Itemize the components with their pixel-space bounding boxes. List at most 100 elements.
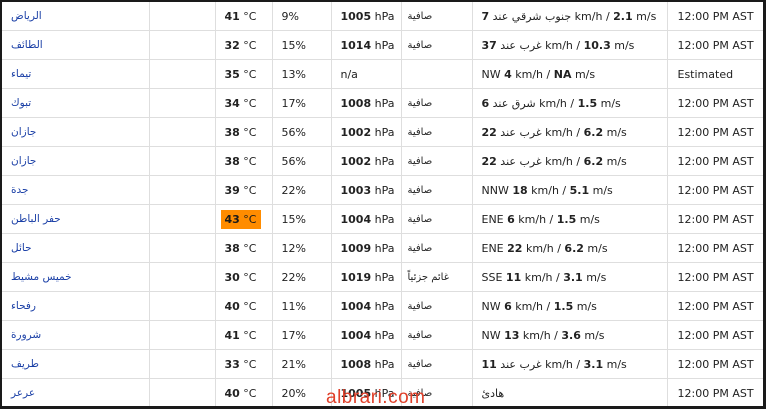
pressure-unit: hPa xyxy=(371,154,395,168)
pressure-value: 1008 xyxy=(340,96,372,110)
city-link[interactable]: عرعر xyxy=(2,378,150,406)
table-row: جازان 38 °C 56% 1002 hPa صافية غرب عند 22 km/… xyxy=(2,117,763,147)
wind-ms: 10.3 xyxy=(583,38,611,52)
blank-cell xyxy=(149,175,216,205)
time-cell: Estimated xyxy=(667,59,763,89)
city-link[interactable]: طريف xyxy=(2,349,150,379)
wind-ms-unit: m/s xyxy=(632,9,657,23)
pressure-unit: hPa xyxy=(371,9,395,23)
temp-unit: °C xyxy=(239,125,257,139)
temp-value: 35 xyxy=(224,67,240,81)
pressure-value: 1002 xyxy=(340,154,372,168)
city-link[interactable]: خميس مشيط xyxy=(2,262,150,292)
pressure-cell: 1004 hPa xyxy=(331,204,402,234)
pressure-value: 1002 xyxy=(340,125,372,139)
wind-kmh-unit: km/h / xyxy=(535,96,578,110)
wind-kmh-unit: km/h / xyxy=(519,328,562,342)
humidity-cell: 11% xyxy=(272,291,332,321)
table-row: تبوك 34 °C 17% 1008 hPa صافية شرق عند 6 km/h … xyxy=(2,88,763,118)
wind-ms-unit: m/s xyxy=(597,96,621,110)
watermark: albrari.com xyxy=(326,387,426,408)
wind-cell: غرب عند 11 km/h / 3.1 m/s xyxy=(472,349,668,379)
temp-unit: °C xyxy=(239,328,257,342)
wind-ms-unit: m/s xyxy=(580,328,605,342)
wind-kmh: 11 xyxy=(505,270,522,284)
time-cell: 12:00 PM AST xyxy=(667,88,763,118)
temp-unit: °C xyxy=(239,38,257,52)
condition-cell: صافية xyxy=(401,291,473,321)
temp-unit: °C xyxy=(239,154,257,168)
wind-kmh-unit: km/h / xyxy=(541,125,584,139)
city-link[interactable]: الرياض xyxy=(2,2,150,31)
city-link[interactable]: جازان xyxy=(2,117,150,147)
wind-cell: SSE 11 km/h / 3.1 m/s xyxy=(472,262,668,292)
wind-ms: 3.1 xyxy=(583,357,604,371)
wind-ms: 1.5 xyxy=(553,299,574,313)
blank-cell xyxy=(149,204,216,234)
wind-cell: ENE 6 km/h / 1.5 m/s xyxy=(472,204,668,234)
city-link[interactable]: الطائف xyxy=(2,30,150,60)
temperature-cell: 38 °C xyxy=(215,146,273,176)
pressure-unit: hPa xyxy=(371,299,395,313)
wind-ms: 3.1 xyxy=(563,270,583,284)
pressure-unit: hPa xyxy=(371,96,395,110)
wind-kmh-unit: km/h / xyxy=(511,299,554,313)
wind-direction: غرب عند xyxy=(496,125,542,139)
pressure-value: 1004 xyxy=(340,212,372,226)
city-link[interactable]: جدة xyxy=(2,175,150,205)
temp-unit: °C xyxy=(239,386,257,400)
blank-cell xyxy=(149,88,216,118)
pressure-unit: hPa xyxy=(371,241,395,255)
temp-unit: °C xyxy=(239,9,257,23)
city-link[interactable]: تبوك xyxy=(2,88,150,118)
wind-direction: NW xyxy=(481,328,505,342)
weather-table: الرياض 41 °C 9% 1005 hPa صافية جنوب شرقي عند … xyxy=(2,2,763,406)
blank-cell xyxy=(149,233,216,263)
temperature-cell: 40 °C xyxy=(215,378,273,406)
wind-kmh-unit: km/h / xyxy=(522,241,565,255)
condition-cell: صافية xyxy=(401,320,473,350)
blank-cell xyxy=(149,262,216,292)
condition-cell: صافية xyxy=(401,146,473,176)
wind-kmh: 6 xyxy=(507,212,515,226)
wind-ms: 6.2 xyxy=(583,125,604,139)
time-cell: 12:00 PM AST xyxy=(667,175,763,205)
temp-unit: °C xyxy=(239,299,257,313)
city-link[interactable]: جازان xyxy=(2,146,150,176)
humidity-cell: 17% xyxy=(272,88,332,118)
table-row: الرياض 41 °C 9% 1005 hPa صافية جنوب شرقي عند … xyxy=(2,2,763,31)
wind-kmh: 6 xyxy=(504,299,512,313)
city-link[interactable]: رفحاء xyxy=(2,291,150,321)
temp-unit: °C xyxy=(239,183,257,197)
pressure-cell: 1004 hPa xyxy=(331,320,402,350)
time-cell: 12:00 PM AST xyxy=(667,146,763,176)
wind-direction: SSE xyxy=(481,270,506,284)
wind-cell: ENE 22 km/h / 6.2 m/s xyxy=(472,233,668,263)
humidity-cell: 15% xyxy=(272,30,332,60)
pressure-cell: 1004 hPa xyxy=(331,291,402,321)
humidity-cell: 56% xyxy=(272,117,332,147)
wind-ms: 2.1 xyxy=(613,9,633,23)
city-link[interactable]: حفر الباطن xyxy=(2,204,150,234)
city-link[interactable]: حائل xyxy=(2,233,150,263)
temp-value: 38 xyxy=(224,241,240,255)
wind-cell: NW 13 km/h / 3.6 m/s xyxy=(472,320,668,350)
temperature-cell: 33 °C xyxy=(215,349,273,379)
wind-ms: 3.6 xyxy=(561,328,581,342)
temp-value: 30 xyxy=(224,270,240,284)
city-link[interactable]: تيماء xyxy=(2,59,150,89)
pressure-cell: 1003 hPa xyxy=(331,175,402,205)
pressure-unit: hPa xyxy=(371,38,395,52)
wind-kmh: 4 xyxy=(504,67,512,81)
table-row: حائل 38 °C 12% 1009 hPa صافية ENE 22 km/h / 6… xyxy=(2,233,763,263)
blank-cell xyxy=(149,378,216,406)
temp-value: 34 xyxy=(224,96,240,110)
temp-unit: °C xyxy=(239,96,257,110)
city-link[interactable]: شرورة xyxy=(2,320,150,350)
wind-cell: NW 4 km/h / NA m/s xyxy=(472,59,668,89)
wind-cell: NNW 18 km/h / 5.1 m/s xyxy=(472,175,668,205)
wind-kmh: 22 xyxy=(481,154,497,168)
temperature-cell: 34 °C xyxy=(215,88,273,118)
wind-kmh: 6 xyxy=(481,96,490,110)
condition-cell: صافية xyxy=(401,175,473,205)
